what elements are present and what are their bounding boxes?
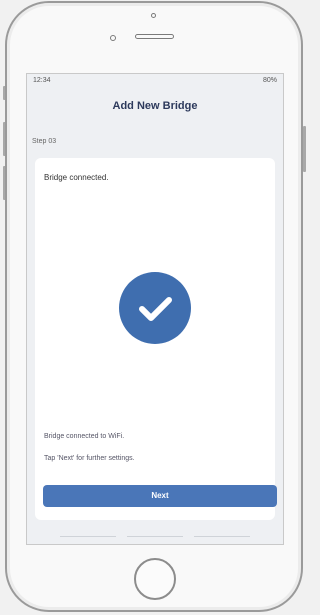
phone-mockup: 12:34 80% Add New Bridge Step 03 Bridge … xyxy=(0,0,309,615)
status-bar: 12:34 80% xyxy=(27,74,283,88)
home-button[interactable] xyxy=(134,558,176,600)
app-screen: 12:34 80% Add New Bridge Step 03 Bridge … xyxy=(26,73,284,545)
battery-indicator: 80% xyxy=(262,77,277,84)
earpiece-speaker xyxy=(135,34,174,39)
wifi-connected-message: Bridge connected to WiFi. xyxy=(44,433,125,440)
connection-status-title: Bridge connected. xyxy=(44,173,109,182)
power-button xyxy=(303,126,306,172)
bottom-divider xyxy=(194,536,250,537)
next-hint-message: Tap 'Next' for further settings. xyxy=(44,455,135,462)
checkmark-icon xyxy=(139,297,172,321)
bottom-divider xyxy=(127,536,183,537)
page-title: Add New Bridge xyxy=(112,100,198,112)
sensor-icon xyxy=(110,35,116,41)
check-circle-icon xyxy=(119,272,191,344)
front-camera-icon xyxy=(151,13,156,18)
status-time: 12:34 xyxy=(33,77,51,84)
bridge-status-card: Bridge connected. Bridge connected to Wi… xyxy=(35,158,277,520)
next-button[interactable]: Next xyxy=(43,485,277,507)
bottom-divider xyxy=(60,536,116,537)
step-label: Step 03 xyxy=(32,138,57,145)
navigation-bar: Add New Bridge xyxy=(27,88,283,124)
